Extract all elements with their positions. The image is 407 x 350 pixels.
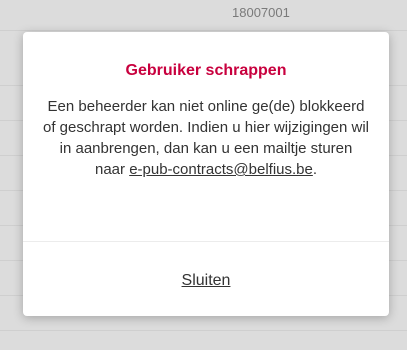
email-link[interactable]: e-pub-contracts@belfius.be (129, 161, 313, 178)
dialog-message: Een beheerder kan niet online ge(de) blo… (43, 96, 369, 180)
table-cell: 18007001 (232, 5, 290, 20)
table-row: 18007001 (0, 0, 407, 31)
dialog-footer: Sluiten (23, 272, 389, 290)
delete-user-dialog: Gebruiker schrappen Een beheerder kan ni… (23, 32, 389, 316)
dialog-message-end: . (312, 161, 318, 178)
dialog-divider (23, 241, 389, 242)
close-button[interactable]: Sluiten (182, 272, 231, 289)
dialog-title: Gebruiker schrappen (125, 62, 287, 79)
